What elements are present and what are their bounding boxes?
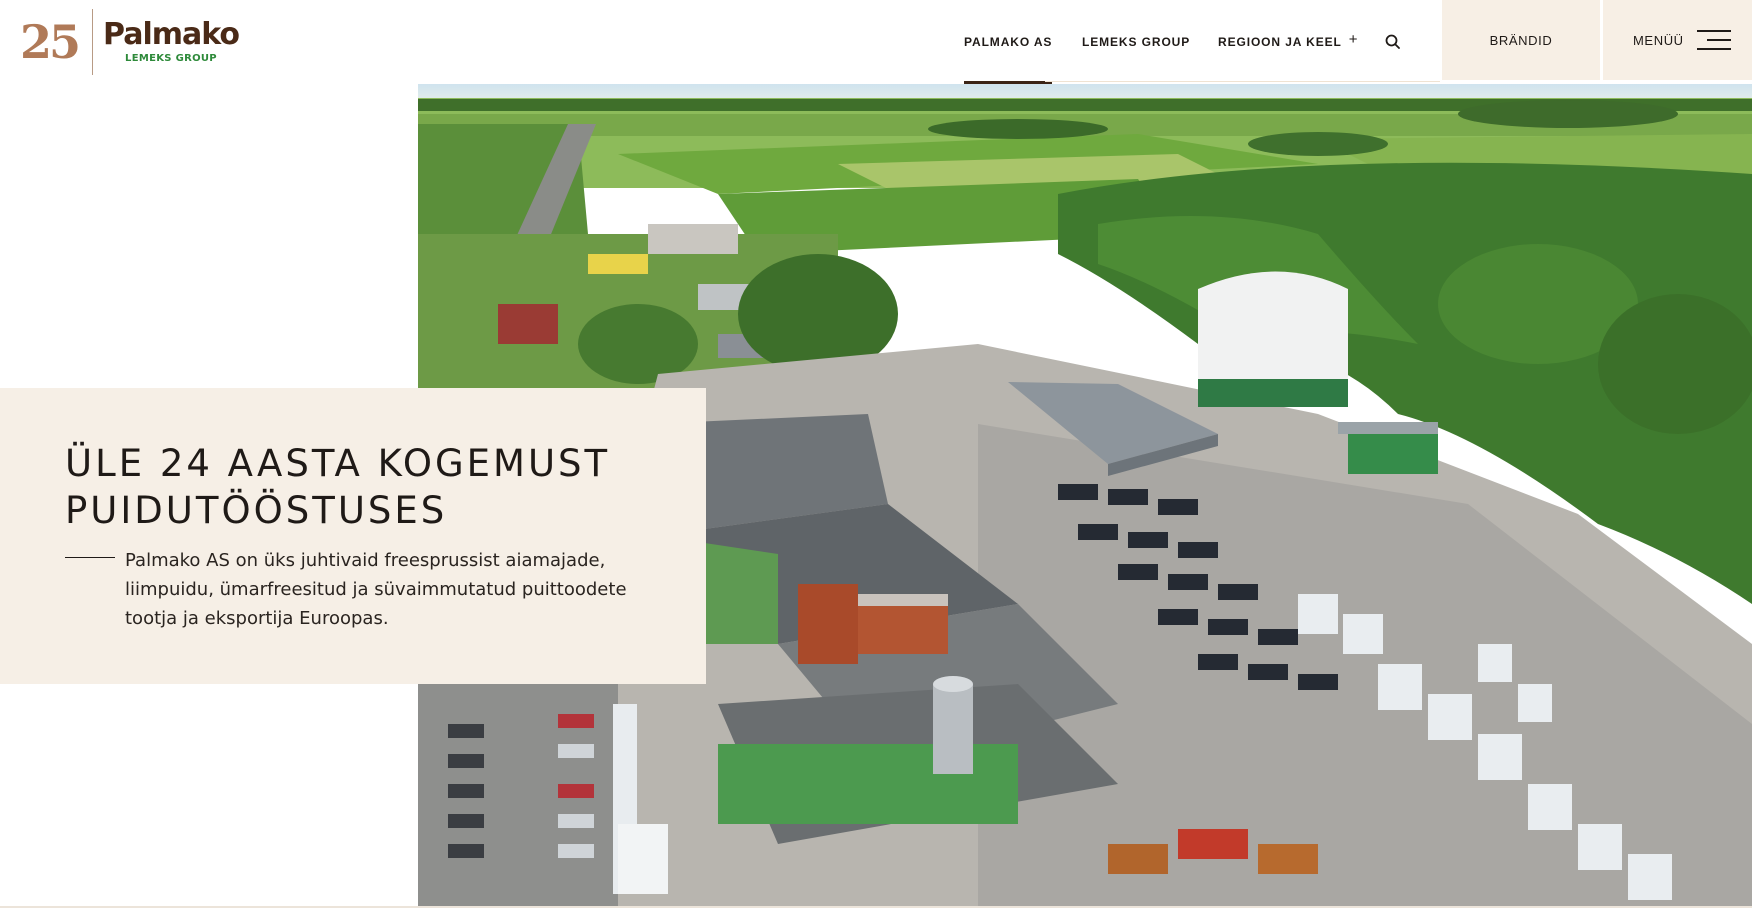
logo-divider	[92, 9, 94, 75]
logo-brand-name: Palmako	[103, 17, 240, 52]
hero-title: ÜLE 24 AASTA KOGEMUST PUIDUTÖÖSTUSES	[65, 440, 685, 534]
decorative-dash	[65, 557, 115, 558]
hero-title-line-1: ÜLE 24 AASTA KOGEMUST	[65, 442, 611, 485]
hero-text-panel: ÜLE 24 AASTA KOGEMUST PUIDUTÖÖSTUSES Pal…	[0, 388, 706, 684]
palmako-logo[interactable]: 25 Palmako LEMEKS GROUP	[20, 8, 240, 76]
nav-item-lemeks-group[interactable]: LEMEKS GROUP	[1082, 0, 1190, 84]
brands-button-label: BRÄNDID	[1489, 32, 1553, 48]
hamburger-icon	[1697, 30, 1731, 52]
plus-icon: +	[1348, 30, 1359, 48]
menu-button[interactable]: MENÜÜ	[1603, 0, 1752, 80]
brands-button[interactable]: BRÄNDID	[1442, 0, 1600, 80]
hero-title-line-2: PUIDUTÖÖSTUSES	[65, 489, 448, 532]
nav-item-palmako-as[interactable]: PALMAKO AS	[964, 0, 1053, 84]
logo-group-name: LEMEKS GROUP	[125, 53, 217, 64]
nav-item-label: PALMAKO AS	[964, 35, 1053, 49]
nav-item-label: REGIOON JA KEEL	[1218, 35, 1342, 49]
nav-item-label: LEMEKS GROUP	[1082, 35, 1191, 49]
hero-description: Palmako AS on üks juhtivaid freesprussis…	[125, 550, 627, 629]
menu-button-label: MENÜÜ	[1633, 32, 1684, 48]
logo-anniversary-number: 25	[20, 15, 81, 69]
search-icon[interactable]	[1384, 33, 1402, 51]
logo-wordmark: Palmako LEMEKS GROUP	[103, 17, 240, 65]
site-header: 25 Palmako LEMEKS GROUP PALMAKO AS LEMEK…	[0, 0, 1752, 84]
header-divider-line	[1045, 81, 1440, 82]
nav-item-region-language[interactable]: REGIOON JA KEEL +	[1218, 0, 1358, 84]
